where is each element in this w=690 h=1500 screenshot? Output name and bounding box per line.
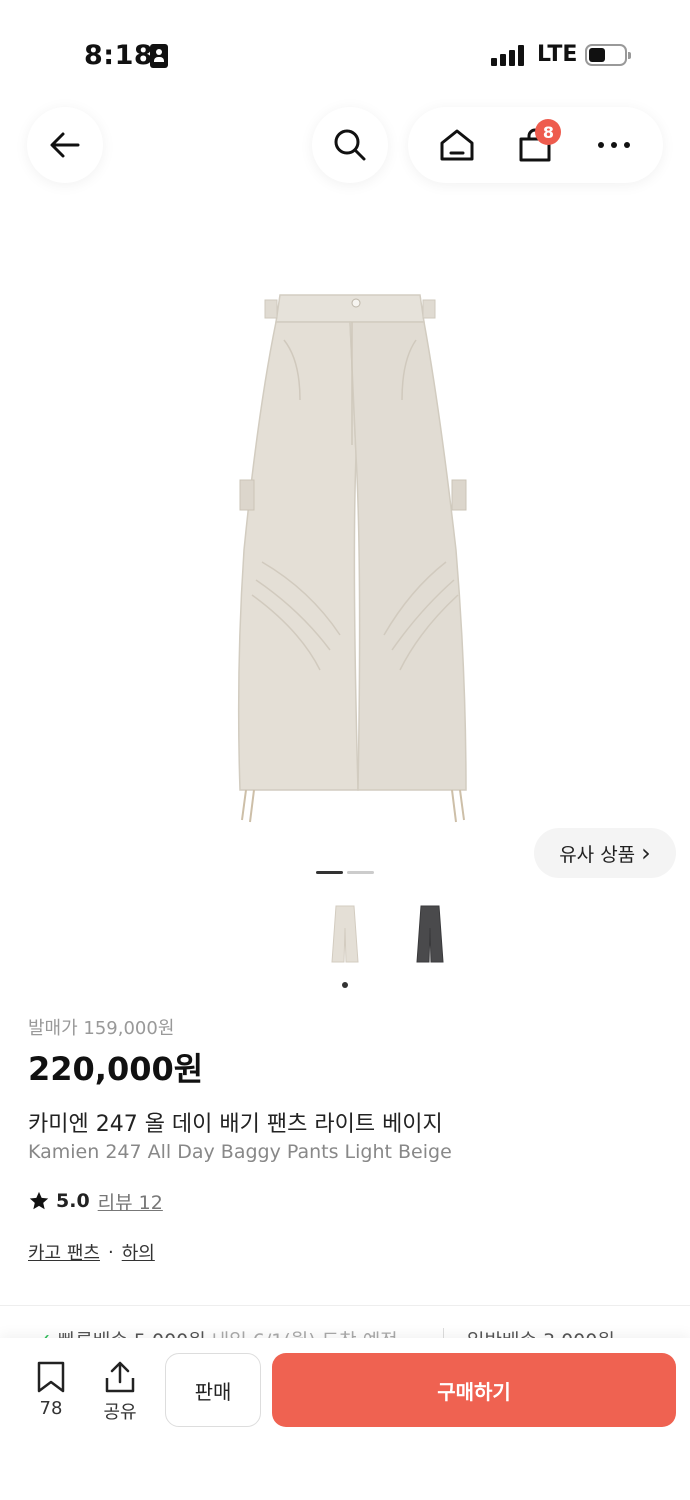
section-divider xyxy=(0,1305,690,1306)
cart-button[interactable]: 8 xyxy=(505,115,565,175)
share-icon xyxy=(105,1361,135,1393)
bottom-action-bar: 78 공유 판매 구매하기 xyxy=(0,1338,690,1500)
product-image[interactable] xyxy=(0,250,690,840)
network-label: LTE xyxy=(537,42,578,67)
thumbnail-selected-indicator xyxy=(342,982,348,988)
cart-count-badge: 8 xyxy=(535,119,562,145)
sell-button[interactable]: 판매 xyxy=(165,1353,261,1427)
nav-action-group: 8 xyxy=(408,107,663,183)
share-label: 공유 xyxy=(103,1402,137,1423)
tag-separator: · xyxy=(107,1241,114,1263)
category-tag[interactable]: 하의 xyxy=(122,1239,155,1265)
battery-icon xyxy=(585,44,631,66)
back-button[interactable] xyxy=(27,107,103,183)
share-button[interactable]: 공유 xyxy=(95,1360,145,1424)
product-name-korean: 카미엔 247 올 데이 배기 팬츠 라이트 베이지 xyxy=(28,1112,443,1137)
more-icon xyxy=(597,142,630,148)
back-arrow-icon xyxy=(50,132,80,158)
rating-row: 5.0 리뷰 12 xyxy=(28,1187,163,1215)
category-tag[interactable]: 카고 팬츠 xyxy=(28,1239,100,1265)
more-button[interactable] xyxy=(584,115,644,175)
review-link[interactable]: 리뷰 12 xyxy=(98,1188,163,1215)
signal-icon xyxy=(491,44,525,66)
price: 220,000원 xyxy=(28,1050,204,1088)
buy-button[interactable]: 구매하기 xyxy=(272,1353,676,1427)
status-time: 8:18 xyxy=(84,40,154,71)
image-pager-inactive[interactable] xyxy=(347,871,374,874)
home-icon xyxy=(440,129,474,161)
status-bar: 8:18 LTE xyxy=(0,0,690,100)
chevron-right-icon: › xyxy=(641,839,651,867)
similar-products-button[interactable]: 유사 상품 › xyxy=(534,828,676,878)
bookmark-button[interactable]: 78 xyxy=(26,1360,76,1419)
thumbnail-beige[interactable] xyxy=(330,900,360,972)
rating-score: 5.0 xyxy=(56,1190,90,1212)
star-icon xyxy=(29,1191,49,1210)
bookmark-icon xyxy=(37,1361,65,1393)
image-pager-active xyxy=(316,871,343,874)
home-button[interactable] xyxy=(427,115,487,175)
category-tags: 카고 팬츠 · 하의 xyxy=(28,1239,155,1265)
search-icon xyxy=(334,129,366,161)
search-button[interactable] xyxy=(312,107,388,183)
similar-products-label: 유사 상품 xyxy=(559,843,636,866)
thumbnail-charcoal[interactable] xyxy=(415,900,445,972)
contact-card-icon xyxy=(150,44,168,68)
bookmark-count: 78 xyxy=(39,1398,63,1419)
original-price: 발매가 159,000원 xyxy=(28,1018,175,1039)
product-name-english: Kamien 247 All Day Baggy Pants Light Bei… xyxy=(28,1141,452,1163)
